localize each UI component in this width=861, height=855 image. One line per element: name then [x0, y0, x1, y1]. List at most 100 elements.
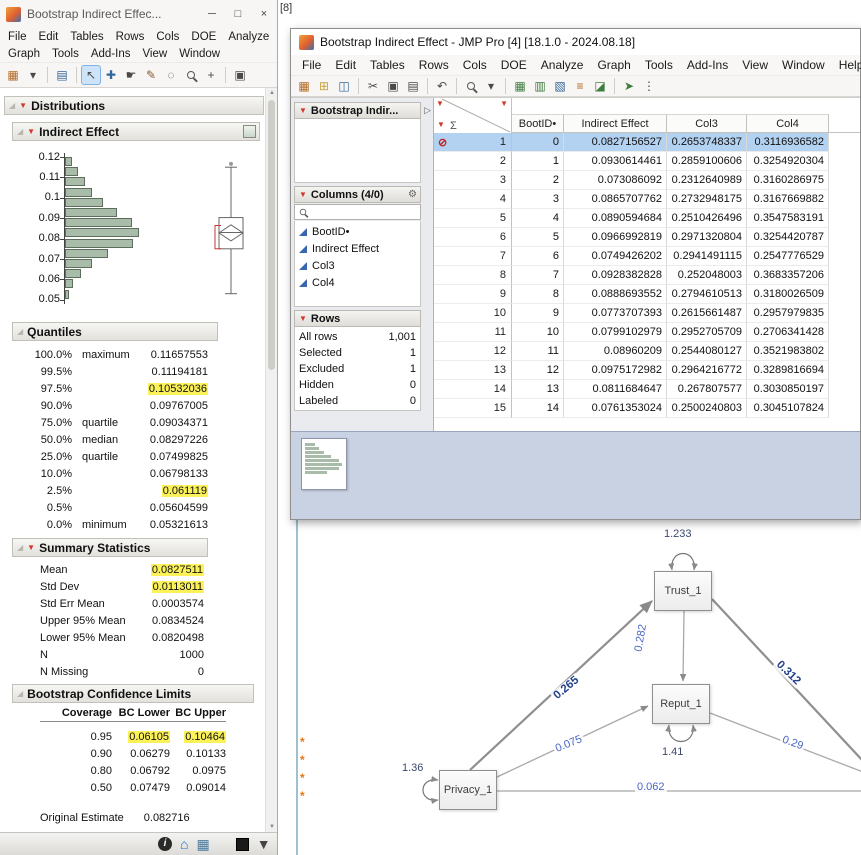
- histogram-bar[interactable]: [65, 290, 69, 299]
- columns-search-box[interactable]: [294, 204, 421, 220]
- table-cell[interactable]: 0.0865707762: [564, 190, 667, 209]
- table-cell[interactable]: 0.2510426496: [667, 209, 747, 228]
- column-item[interactable]: Col3: [295, 257, 420, 274]
- table-cell[interactable]: 0.08960209: [564, 342, 667, 361]
- search-icon[interactable]: [462, 77, 480, 95]
- box-plot[interactable]: [201, 148, 263, 316]
- histogram-bar[interactable]: [65, 259, 92, 268]
- menu-graph[interactable]: Graph: [590, 58, 637, 72]
- table-cell[interactable]: 0.0761353024: [564, 399, 667, 418]
- data-table-tool-icon[interactable]: ▦: [511, 77, 529, 95]
- paste-icon[interactable]: ▤: [404, 77, 422, 95]
- histogram-bar[interactable]: [65, 218, 132, 227]
- edge-label-reput-variance[interactable]: 1.41: [660, 746, 685, 758]
- table-cell[interactable]: 0.0975172982: [564, 361, 667, 380]
- sigma-icon[interactable]: Σ: [450, 120, 457, 132]
- menu-file[interactable]: File: [2, 30, 33, 44]
- edge-label-trust-variance[interactable]: 1.233: [662, 528, 694, 540]
- table-cell[interactable]: 0.0773707393: [564, 304, 667, 323]
- table-cell[interactable]: 11: [512, 342, 564, 361]
- cut-icon[interactable]: ✂: [364, 77, 382, 95]
- menu-edit[interactable]: Edit: [328, 58, 363, 72]
- menu-rows[interactable]: Rows: [110, 30, 151, 44]
- menu-view[interactable]: View: [735, 58, 775, 72]
- columns-panel-header[interactable]: ▼ Columns (4/0) ⚙: [294, 186, 421, 203]
- row-number[interactable]: ⊘1: [434, 133, 512, 152]
- columns-settings-icon[interactable]: ⚙: [408, 189, 417, 200]
- row-number[interactable]: 8: [434, 266, 512, 285]
- copy-icon[interactable]: ▣: [384, 77, 402, 95]
- table-cell[interactable]: 0.2941491115: [667, 247, 747, 266]
- new-data-table-icon[interactable]: ▦: [4, 66, 22, 84]
- menu-file[interactable]: File: [295, 58, 328, 72]
- table-row[interactable]: 650.09669928190.29713208040.3254420787: [434, 228, 860, 247]
- outline-header-distributions[interactable]: ◢ ▼ Distributions: [4, 96, 264, 115]
- table-cell[interactable]: 0: [512, 133, 564, 152]
- home-window-icon[interactable]: ⌂: [180, 836, 188, 852]
- table-cell[interactable]: 0.3683357206: [747, 266, 829, 285]
- row-number[interactable]: 2: [434, 152, 512, 171]
- table-cell[interactable]: 0.3254920304: [747, 152, 829, 171]
- table-cell[interactable]: 0.3116936582: [747, 133, 829, 152]
- row-number[interactable]: 11: [434, 323, 512, 342]
- table-row[interactable]: 430.08657077620.27329481750.3167669882: [434, 190, 860, 209]
- new-dropdown-icon[interactable]: ▾: [24, 66, 42, 84]
- minimize-button[interactable]: ─: [199, 0, 225, 28]
- row-number[interactable]: 4: [434, 190, 512, 209]
- histogram-bar[interactable]: [65, 198, 103, 207]
- histogram-bar[interactable]: [65, 228, 139, 237]
- table-cell[interactable]: 9: [512, 304, 564, 323]
- disclosure-icon[interactable]: ◢: [17, 328, 23, 336]
- histogram-bar[interactable]: [65, 177, 85, 186]
- red-triangle-menu-icon[interactable]: ▼: [299, 191, 307, 199]
- row-number[interactable]: 5: [434, 209, 512, 228]
- disclosure-icon[interactable]: ◢: [17, 128, 23, 136]
- table-cell[interactable]: 14: [512, 399, 564, 418]
- theme-swatch-icon[interactable]: [236, 838, 249, 851]
- menu-cols[interactable]: Cols: [150, 30, 185, 44]
- row-stat[interactable]: Selected1: [299, 345, 416, 361]
- table-cell[interactable]: 0.3521983802: [747, 342, 829, 361]
- table-cell[interactable]: 0.2547776529: [747, 247, 829, 266]
- edge-label-privacy-out[interactable]: 0.062: [635, 781, 667, 793]
- annotate-tool-icon[interactable]: ▣: [231, 66, 249, 84]
- histogram-bar[interactable]: [65, 167, 78, 176]
- column-item[interactable]: Indirect Effect: [295, 240, 420, 257]
- column-header[interactable]: Col3: [667, 114, 747, 132]
- table-cell[interactable]: 0.2971320804: [667, 228, 747, 247]
- histogram-bar[interactable]: [65, 249, 108, 258]
- column-header[interactable]: Col4: [747, 114, 829, 132]
- magnifier-tool-icon[interactable]: [182, 66, 200, 84]
- table-row[interactable]: 1090.07737073930.26156614870.2957979835: [434, 304, 860, 323]
- table-row[interactable]: 980.08886935520.27946105130.3180026509: [434, 285, 860, 304]
- row-number[interactable]: 12: [434, 342, 512, 361]
- table-cell[interactable]: 0.2500240803: [667, 399, 747, 418]
- table-cell[interactable]: 0.2859100606: [667, 152, 747, 171]
- table-cell[interactable]: 1: [512, 152, 564, 171]
- table-cell[interactable]: 0.0928382828: [564, 266, 667, 285]
- table-row[interactable]: 11100.07991029790.29527057090.2706341428: [434, 323, 860, 342]
- table-cell[interactable]: 0.2957979835: [747, 304, 829, 323]
- diagram-node-reput[interactable]: Reput_1: [652, 684, 710, 724]
- row-number[interactable]: 6: [434, 228, 512, 247]
- open-file-icon[interactable]: ⊞: [315, 77, 333, 95]
- menu-rows[interactable]: Rows: [412, 58, 456, 72]
- table-cell[interactable]: 0.0888693552: [564, 285, 667, 304]
- columns-menu-icon[interactable]: ▼: [500, 100, 508, 108]
- table-cell[interactable]: 0.3045107824: [747, 399, 829, 418]
- row-number[interactable]: 15: [434, 399, 512, 418]
- table-cell[interactable]: 0.3160286975: [747, 171, 829, 190]
- menu-tables[interactable]: Tables: [64, 30, 109, 44]
- table-cell[interactable]: 0.0890594684: [564, 209, 667, 228]
- panel-collapse-icon[interactable]: ▷: [424, 105, 431, 116]
- table-cell[interactable]: 0.0749426202: [564, 247, 667, 266]
- title-bar[interactable]: Bootstrap Indirect Effect - JMP Pro [4] …: [291, 29, 860, 55]
- table-row[interactable]: 15140.07613530240.25002408030.3045107824: [434, 399, 860, 418]
- table-row[interactable]: 12110.089602090.25440801270.3521983802: [434, 342, 860, 361]
- table-cell[interactable]: 6: [512, 247, 564, 266]
- table-panel-header[interactable]: ▼ Bootstrap Indir...: [294, 102, 421, 119]
- diagram-node-privacy[interactable]: Privacy_1: [439, 770, 497, 810]
- row-states-menu-icon[interactable]: ▼: [437, 121, 445, 129]
- menu-tables[interactable]: Tables: [363, 58, 412, 72]
- more-icon[interactable]: ⋮: [640, 77, 658, 95]
